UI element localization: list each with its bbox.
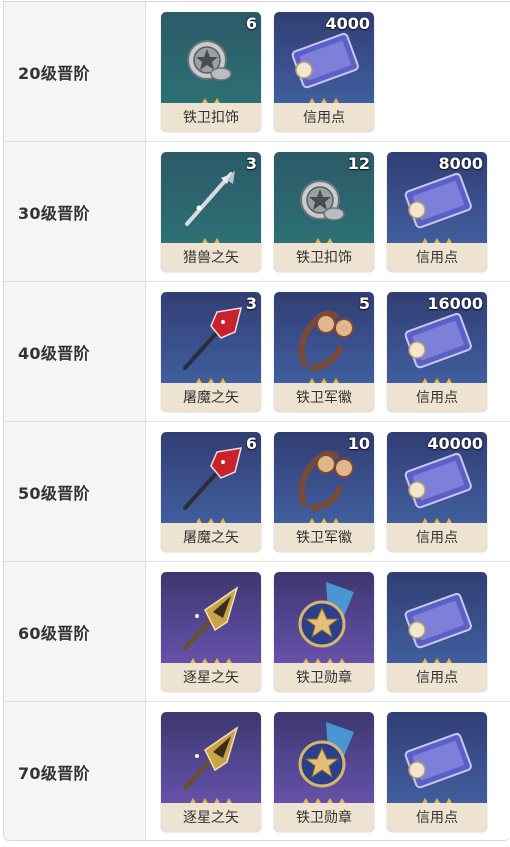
material-card[interactable]: 信用点	[387, 712, 487, 831]
level-label-cell: 30级晋阶	[4, 142, 146, 281]
material-card[interactable]: 10 铁卫军徽	[274, 432, 374, 551]
material-card[interactable]: 信用点	[387, 572, 487, 691]
material-card[interactable]: 12 铁卫扣饰	[274, 152, 374, 271]
item-quantity: 8000	[438, 154, 483, 173]
ascension-row: 30级晋阶 3 猎兽之矢 12 铁卫扣饰 8000 信用点	[4, 142, 510, 282]
credit-card-icon	[387, 712, 487, 803]
item-name: 铁卫勋章	[274, 803, 374, 831]
material-card[interactable]: 逐星之矢	[161, 712, 261, 831]
level-label-cell: 40级晋阶	[4, 282, 146, 421]
ascension-row: 50级晋阶 6 屠魔之矢 10 铁卫军徽 40000 信用点	[4, 422, 510, 562]
item-quantity: 4000	[325, 14, 370, 33]
item-quantity: 16000	[427, 294, 483, 313]
material-card[interactable]: 铁卫勋章	[274, 572, 374, 691]
item-name: 信用点	[387, 523, 487, 551]
item-quantity: 5	[358, 294, 370, 313]
item-quantity: 3	[245, 154, 257, 173]
material-card[interactable]: 铁卫勋章	[274, 712, 374, 831]
iron-guard-medal-icon	[274, 712, 374, 803]
material-card[interactable]: 4000 信用点	[274, 12, 374, 131]
item-name: 屠魔之矢	[161, 383, 261, 411]
item-name: 信用点	[387, 243, 487, 271]
item-quantity: 6	[245, 434, 257, 453]
material-card[interactable]: 逐星之矢	[161, 572, 261, 691]
item-quantity: 3	[245, 294, 257, 313]
level-label: 20级晋阶	[18, 63, 90, 83]
level-label: 30级晋阶	[18, 203, 90, 223]
item-name: 猎兽之矢	[161, 243, 261, 271]
star-chaser-arrow-icon	[161, 712, 261, 803]
level-label: 40级晋阶	[18, 343, 90, 363]
item-quantity: 12	[347, 154, 370, 173]
material-card[interactable]: 5 铁卫军徽	[274, 292, 374, 411]
level-label-cell: 20级晋阶	[4, 2, 146, 141]
star-chaser-arrow-icon	[161, 572, 261, 663]
item-name: 逐星之矢	[161, 663, 261, 691]
level-label-cell: 70级晋阶	[4, 702, 146, 840]
item-name: 铁卫扣饰	[161, 103, 261, 131]
item-quantity: 10	[347, 434, 370, 453]
ascension-row: 20级晋阶 6 铁卫扣饰 4000 信用点	[4, 2, 510, 142]
ascension-materials-table: 20级晋阶 6 铁卫扣饰 4000 信用点 30级晋阶 3 猎兽之矢 12 铁卫…	[3, 1, 510, 841]
item-name: 铁卫军徽	[274, 523, 374, 551]
iron-guard-medal-icon	[274, 572, 374, 663]
item-quantity: 40000	[427, 434, 483, 453]
material-card[interactable]: 6 铁卫扣饰	[161, 12, 261, 131]
material-card[interactable]: 40000 信用点	[387, 432, 487, 551]
level-label-cell: 60级晋阶	[4, 562, 146, 701]
material-card[interactable]: 6 屠魔之矢	[161, 432, 261, 551]
item-name: 信用点	[387, 383, 487, 411]
material-card[interactable]: 3 猎兽之矢	[161, 152, 261, 271]
level-label: 70级晋阶	[18, 764, 90, 783]
item-name: 信用点	[387, 803, 487, 831]
material-card[interactable]: 8000 信用点	[387, 152, 487, 271]
item-name: 铁卫勋章	[274, 663, 374, 691]
level-label-cell: 50级晋阶	[4, 422, 146, 561]
item-name: 信用点	[274, 103, 374, 131]
ascension-row: 60级晋阶 逐星之矢 铁卫勋章 信用点	[4, 562, 510, 702]
material-card[interactable]: 3 屠魔之矢	[161, 292, 261, 411]
level-label: 50级晋阶	[18, 483, 90, 503]
ascension-row: 40级晋阶 3 屠魔之矢 5 铁卫军徽 16000 信用点	[4, 282, 510, 422]
item-name: 铁卫军徽	[274, 383, 374, 411]
item-name: 逐星之矢	[161, 803, 261, 831]
item-name: 屠魔之矢	[161, 523, 261, 551]
item-name: 铁卫扣饰	[274, 243, 374, 271]
item-name: 信用点	[387, 663, 487, 691]
level-label: 60级晋阶	[18, 623, 90, 643]
ascension-row: 70级晋阶 逐星之矢 铁卫勋章 信用点	[4, 702, 510, 840]
material-card[interactable]: 16000 信用点	[387, 292, 487, 411]
item-quantity: 6	[245, 14, 257, 33]
credit-card-icon	[387, 572, 487, 663]
